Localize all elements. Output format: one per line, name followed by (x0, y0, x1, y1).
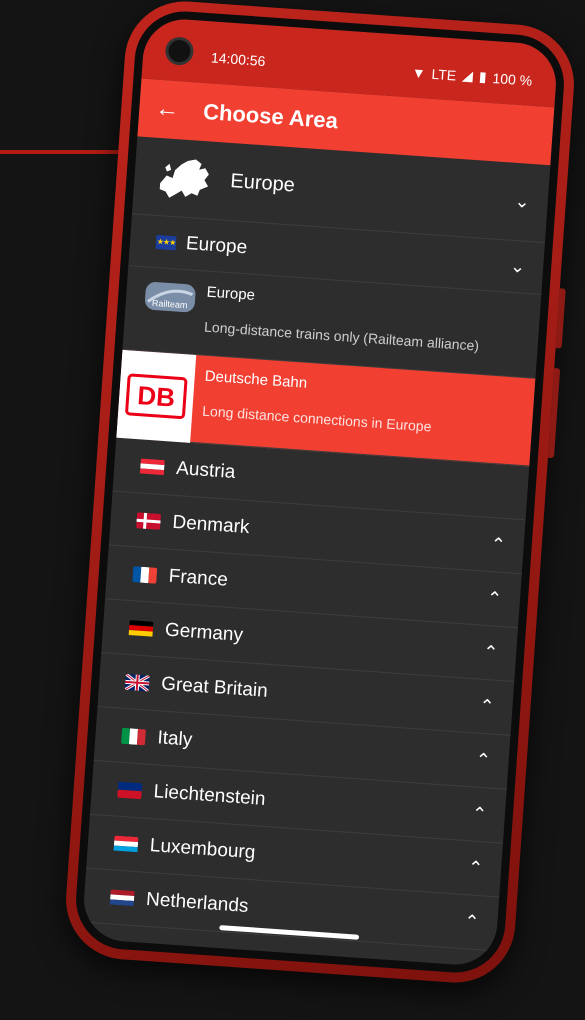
chevron-up-icon[interactable]: ⌃ (471, 803, 487, 825)
phone-frame: 14:00:56 ▼ LTE ◢ ▮ 100 % ← Choose Area E… (62, 0, 578, 987)
power-button (547, 368, 561, 459)
volume-button (555, 288, 566, 349)
spain-flag-icon (105, 942, 131, 961)
chevron-down-icon[interactable]: ⌄ (514, 191, 530, 213)
chevron-up-icon[interactable]: ⌃ (482, 642, 498, 664)
country-label: Liechtenstein (152, 780, 267, 810)
provider-text: Deutsche Bahn Long distance connections … (202, 368, 435, 435)
chevron-up-icon[interactable]: ⌃ (475, 750, 491, 772)
region-label: Europe (229, 170, 296, 197)
europe-map-icon (159, 159, 209, 198)
railteam-logo-icon: Railteam (144, 282, 196, 313)
country-label: Spain (141, 942, 192, 967)
germany-flag-icon (128, 619, 154, 638)
france-flag-icon (132, 565, 158, 584)
chevron-up-icon[interactable]: ⌃ (464, 911, 480, 933)
status-time: 14:00:56 (210, 49, 266, 70)
liechtenstein-flag-icon (117, 781, 143, 799)
db-logo-icon: DB (124, 373, 188, 420)
luxembourg-flag-icon (113, 835, 139, 853)
chevron-up-icon[interactable]: ⌃ (479, 696, 495, 718)
austria-flag-icon (139, 457, 165, 476)
chevron-up-icon[interactable]: ⌃ (467, 857, 483, 879)
chevron-down-icon[interactable]: ⌄ (509, 256, 525, 278)
great-britain-flag-icon (124, 673, 150, 692)
country-label: Denmark (171, 511, 251, 538)
chevron-up-icon[interactable]: ⌃ (460, 965, 476, 967)
provider-text: Europe Long-distance trains only (Railte… (204, 284, 482, 354)
network-label: LTE (431, 65, 457, 83)
country-label: Italy (156, 726, 194, 751)
signal-icon: ◢ (461, 66, 474, 84)
db-logo-container: DB (116, 349, 197, 443)
back-arrow-icon[interactable]: ← (138, 93, 196, 125)
denmark-flag-icon (136, 511, 162, 530)
battery-label: 100 % (492, 69, 533, 89)
page-title: Choose Area (202, 98, 339, 134)
chevron-up-icon[interactable]: ⌃ (490, 534, 506, 556)
country-label: Luxembourg (149, 834, 257, 863)
subregion-label: Europe (185, 232, 248, 258)
country-label: Austria (175, 457, 237, 483)
country-label: Germany (164, 619, 244, 646)
eu-flag-icon: ★★★ (155, 234, 177, 250)
provider-description: Long distance connections in Europe (201, 402, 432, 435)
netherlands-flag-icon (109, 888, 135, 907)
country-label: Great Britain (160, 672, 269, 702)
camera-icon (164, 36, 195, 67)
provider-name: Europe (206, 283, 256, 304)
screen: 14:00:56 ▼ LTE ◢ ▮ 100 % ← Choose Area E… (81, 16, 559, 968)
status-indicators: ▼ LTE ◢ ▮ 100 % (411, 63, 533, 88)
phone-body: 14:00:56 ▼ LTE ◢ ▮ 100 % ← Choose Area E… (72, 8, 568, 976)
provider-description: Long-distance trains only (Railteam alli… (203, 318, 480, 354)
italy-flag-icon (120, 727, 147, 745)
battery-icon: ▮ (478, 68, 488, 85)
country-label: Netherlands (145, 888, 250, 917)
provider-name: Deutsche Bahn (204, 367, 308, 392)
country-label: France (168, 565, 229, 591)
wifi-icon: ▼ (411, 63, 427, 81)
chevron-up-icon[interactable]: ⌃ (486, 588, 502, 610)
